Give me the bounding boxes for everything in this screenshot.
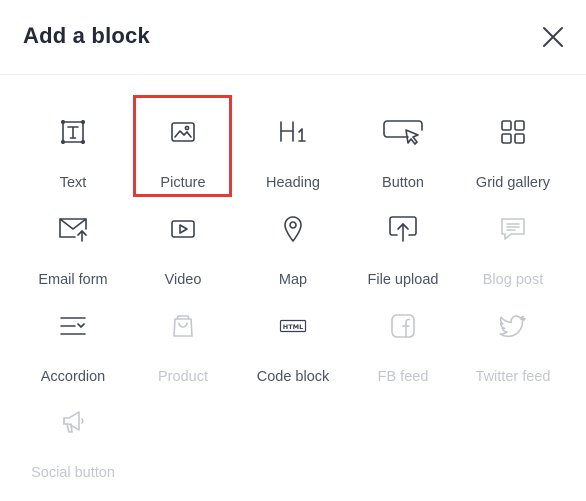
block-label: Twitter feed [475,369,551,385]
close-icon [543,27,563,47]
block-label: FB feed [377,369,429,385]
close-button[interactable] [538,22,568,52]
dialog-title: Add a block [23,23,150,48]
block-heading[interactable]: Heading [238,96,348,192]
facebook-icon [391,314,415,338]
block-social-button[interactable]: Social button [18,386,128,482]
heading-icon [280,121,306,142]
dialog-header: Add a block [0,0,586,75]
block-code-block[interactable]: HTML Code block [238,290,348,386]
block-label: Map [278,272,308,288]
block-twitter-feed[interactable]: Twitter feed [458,290,568,386]
block-grid-gallery[interactable]: Grid gallery [458,96,568,192]
text-icon [60,119,85,144]
code-block-icon: HTML [279,319,307,333]
block-fb-feed[interactable]: FB feed [348,290,458,386]
email-form-icon [59,218,87,242]
block-blog-post[interactable]: Blog post [458,193,568,289]
add-block-dialog: Add a block Text Picture Heading Button … [0,0,586,501]
video-icon [171,220,195,238]
block-label: Grid gallery [475,175,551,191]
twitter-icon [499,315,526,338]
block-label: File upload [367,272,439,288]
block-text[interactable]: Text [18,96,128,192]
block-label: Blog post [482,272,544,288]
block-label: Picture [160,175,206,191]
map-pin-icon [284,216,302,242]
product-icon [173,315,193,337]
block-label: Button [382,175,424,191]
block-file-upload[interactable]: File upload [348,193,458,289]
block-product[interactable]: Product [128,290,238,386]
block-label: Social button [31,465,115,481]
block-label: Code block [256,369,330,385]
picture-icon [171,122,195,142]
svg-text:HTML: HTML [283,323,303,331]
block-picture[interactable]: Picture [128,96,238,192]
button-icon [383,120,423,145]
block-accordion[interactable]: Accordion [18,290,128,386]
block-label: Text [59,175,87,191]
accordion-icon [60,317,86,335]
block-label: Video [164,272,202,288]
file-upload-icon [389,216,417,242]
block-label: Product [158,369,208,385]
block-map[interactable]: Map [238,193,348,289]
grid-gallery-icon [501,120,525,144]
block-label: Accordion [40,369,106,385]
megaphone-icon [63,411,84,433]
block-email-form[interactable]: Email form [18,193,128,289]
block-button[interactable]: Button [348,96,458,192]
block-label: Email form [38,272,108,288]
block-video[interactable]: Video [128,193,238,289]
blog-post-icon [501,218,525,240]
block-label: Heading [265,175,320,191]
